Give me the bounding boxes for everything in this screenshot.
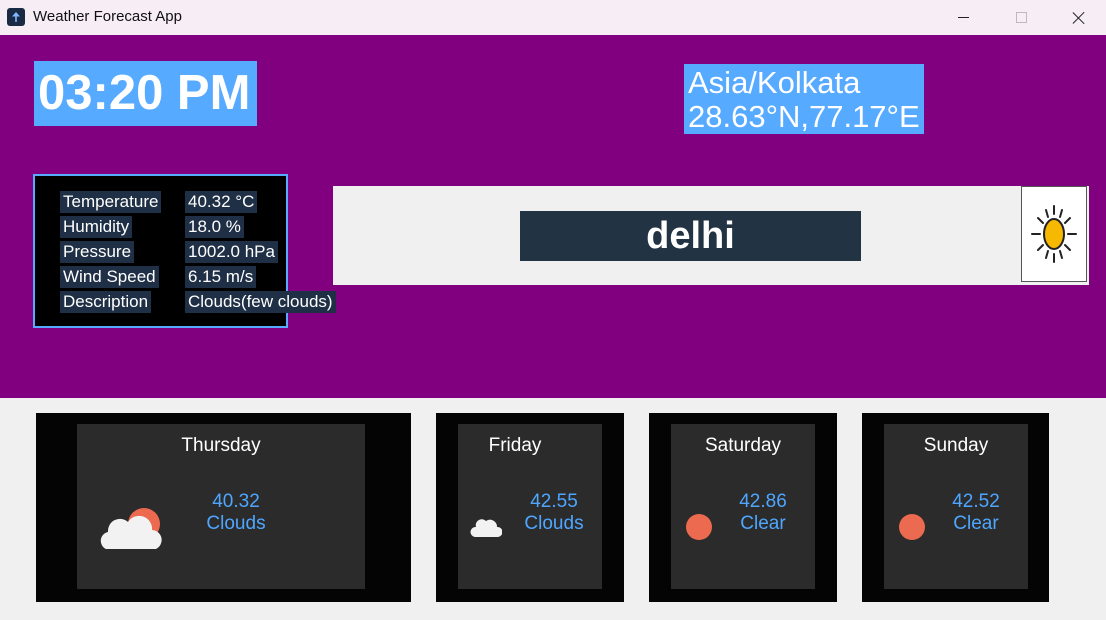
- sun-icon: [686, 514, 712, 540]
- forecast-day: Thursday: [181, 435, 261, 456]
- pressure-value: 1002.0 hPa: [185, 241, 278, 263]
- coordinates-text: 28.63°N,77.17°E: [688, 99, 920, 134]
- pressure-label: Pressure: [60, 241, 135, 263]
- forecast-desc: Clouds: [524, 513, 584, 534]
- close-icon: [1073, 12, 1085, 24]
- forecast-temp-block: 42.52 Clear: [942, 491, 1010, 535]
- forecast-card-sunday: Sunday 42.52 Clear: [862, 413, 1049, 602]
- sun-icon: [899, 514, 925, 540]
- forecast-card-inner: Thursday 40.32 Clouds: [77, 424, 365, 589]
- minimize-button[interactable]: [934, 0, 992, 35]
- title-bar: Weather Forecast App: [0, 0, 1106, 35]
- wind-speed-label: Wind Speed: [60, 266, 159, 288]
- maximize-button[interactable]: [992, 0, 1050, 35]
- forecast-desc: Clouds: [206, 513, 266, 534]
- forecast-desc: Clear: [953, 513, 999, 534]
- forecast-temp: 42.86: [739, 491, 787, 512]
- cloud-sun-icon: [100, 508, 162, 549]
- forecast-temp: 42.52: [952, 491, 1000, 512]
- close-button[interactable]: [1050, 0, 1106, 35]
- forecast-card-friday: Friday 42.55 Clouds: [436, 413, 624, 602]
- search-button[interactable]: [1021, 186, 1087, 282]
- forecast-card-saturday: Saturday 42.86 Clear: [649, 413, 837, 602]
- forecast-desc: Clear: [740, 513, 786, 534]
- forecast-day: Sunday: [923, 435, 989, 456]
- description-value: Clouds(few clouds): [185, 291, 336, 313]
- maximize-icon: [1015, 12, 1027, 23]
- forecast-day: Saturday: [704, 435, 782, 456]
- forecast-temp-block: 42.86 Clear: [729, 491, 797, 535]
- forecast-temp: 42.55: [530, 491, 578, 512]
- humidity-label: Humidity: [60, 216, 133, 238]
- temperature-value: 40.32 °C: [185, 191, 258, 213]
- cloud-icon: [470, 519, 502, 537]
- clock-label: 03:20 PM: [34, 61, 257, 126]
- forecast-card-thursday: Thursday 40.32 Clouds: [36, 413, 411, 602]
- humidity-value: 18.0 %: [185, 216, 244, 238]
- window-title: Weather Forecast App: [33, 8, 182, 25]
- weather-details-table: Temperature 40.32 °C Humidity 18.0 % Pre…: [33, 174, 336, 328]
- timezone-text: Asia/Kolkata: [688, 65, 861, 100]
- forecast-card-inner: Friday 42.55 Clouds: [458, 424, 602, 589]
- wind-speed-value: 6.15 m/s: [185, 266, 257, 288]
- forecast-temp-block: 42.55 Clouds: [520, 491, 588, 535]
- app-icon: [7, 8, 25, 26]
- minimize-icon: [957, 17, 969, 18]
- forecast-day: Friday: [488, 435, 542, 456]
- forecast-temp: 40.32: [212, 491, 260, 512]
- forecast-temp-block: 40.32 Clouds: [197, 491, 275, 535]
- location-label: Asia/Kolkata 28.63°N,77.17°E: [684, 64, 924, 134]
- sun-icon: [1031, 205, 1077, 263]
- temperature-label: Temperature: [60, 191, 162, 213]
- forecast-card-inner: Saturday 42.86 Clear: [671, 424, 815, 589]
- description-label: Description: [60, 291, 152, 313]
- search-bar: [333, 186, 1089, 285]
- city-input[interactable]: [520, 211, 861, 261]
- forecast-card-inner: Sunday 42.52 Clear: [884, 424, 1028, 589]
